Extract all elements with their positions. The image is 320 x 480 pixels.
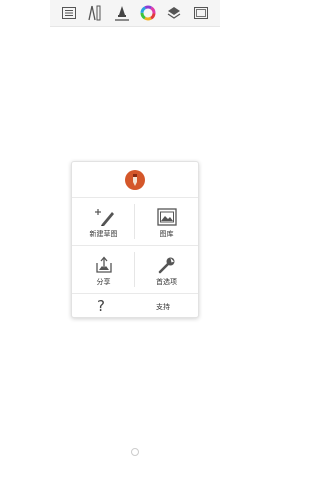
preferences-wrench-icon xyxy=(155,254,179,276)
menu-grid: 新建草图 图库 分享 首选项 xyxy=(72,198,198,294)
top-toolbar xyxy=(50,0,220,27)
share-button[interactable]: 分享 xyxy=(72,246,135,294)
menu-footer: ? 支持 xyxy=(72,294,198,319)
gallery-button[interactable]: 图库 xyxy=(135,198,198,246)
support-link[interactable]: 支持 xyxy=(156,302,170,312)
new-sketch-icon xyxy=(92,206,116,228)
gallery-icon xyxy=(155,206,179,228)
canvas-icon[interactable] xyxy=(192,4,210,22)
new-sketch-label: 新建草图 xyxy=(89,229,118,238)
pencil-logo-icon xyxy=(125,169,145,190)
menu-header xyxy=(72,162,198,198)
color-wheel-icon[interactable] xyxy=(139,4,157,22)
new-sketch-button[interactable]: 新建草图 xyxy=(72,198,135,246)
list-icon[interactable] xyxy=(60,4,78,22)
share-label: 分享 xyxy=(96,277,111,286)
gallery-label: 图库 xyxy=(159,229,174,238)
share-icon xyxy=(92,254,116,276)
main-menu-card: 新建草图 图库 分享 首选项 ? 支持 xyxy=(71,161,199,318)
brush-icon[interactable] xyxy=(113,4,131,22)
ruler-compass-icon[interactable] xyxy=(86,4,104,22)
bottom-handle-icon[interactable] xyxy=(131,448,139,456)
preferences-button[interactable]: 首选项 xyxy=(135,246,198,294)
help-icon[interactable]: ? xyxy=(97,299,105,314)
layers-icon[interactable] xyxy=(165,4,183,22)
preferences-label: 首选项 xyxy=(156,277,177,286)
